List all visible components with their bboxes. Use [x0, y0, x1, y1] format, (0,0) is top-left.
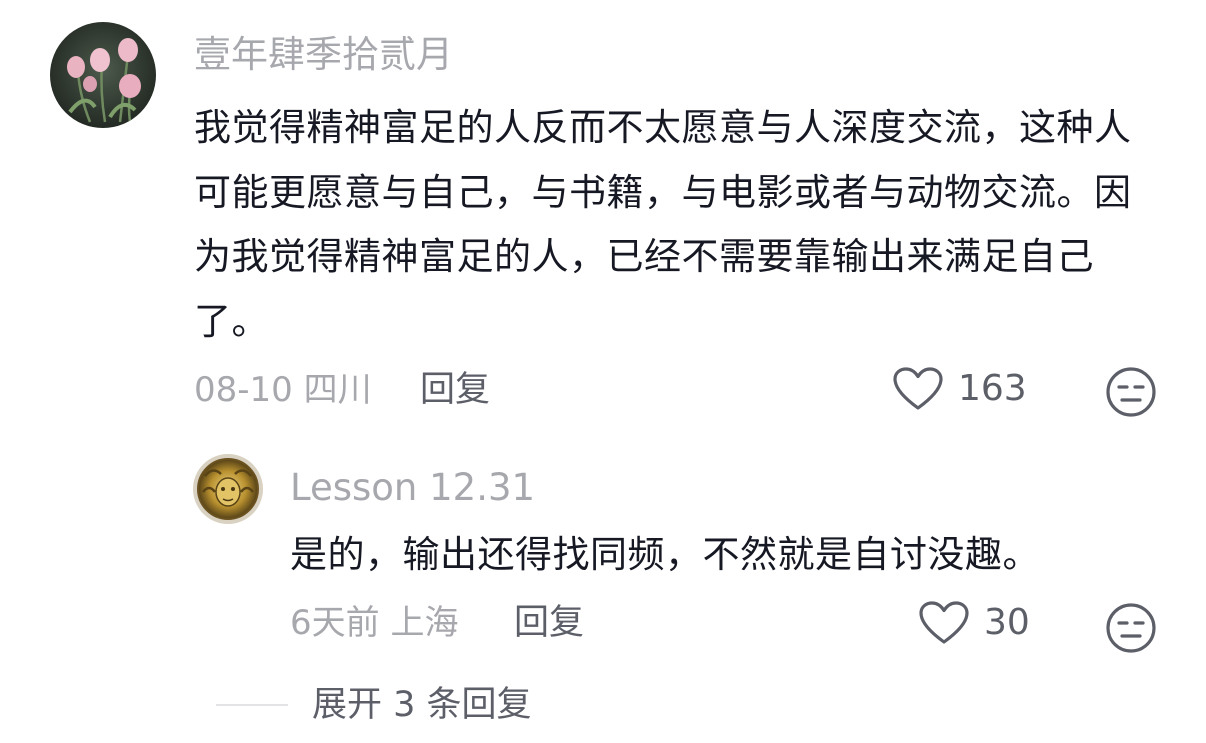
reply-avatar[interactable]	[193, 454, 263, 524]
reply-username[interactable]: Lesson 12.31	[290, 463, 535, 513]
comment-date-location: 08-10 四川	[194, 370, 372, 410]
reply-text: 是的，输出还得找同频，不然就是自讨没趣。	[290, 533, 1040, 576]
heart-outline-icon	[918, 600, 970, 646]
unamused-face-icon	[1105, 602, 1157, 654]
reply-like-count: 30	[984, 602, 1030, 643]
commenter-avatar[interactable]	[50, 22, 156, 128]
comment-reply-button[interactable]: 回复	[420, 367, 490, 413]
tulip-flowers-avatar-icon	[50, 22, 156, 128]
reply-like-button[interactable]: 30	[918, 600, 1030, 646]
expand-replies-button[interactable]: 展开 3 条回复	[312, 682, 532, 728]
reply-reply-button[interactable]: 回复	[514, 600, 584, 646]
expand-divider	[216, 704, 288, 706]
comment-like-button[interactable]: 163	[892, 366, 1027, 412]
comment-dislike-button[interactable]	[1105, 366, 1157, 418]
heart-outline-icon	[892, 366, 944, 412]
comment-like-count: 163	[958, 368, 1027, 409]
comment-text: 我觉得精神富足的人反而不太愿意与人深度交流，这种人可能更愿意与自己，与书籍，与电…	[194, 106, 1132, 343]
gold-medusa-avatar-icon	[193, 454, 263, 524]
unamused-face-icon	[1105, 366, 1157, 418]
reply-dislike-button[interactable]	[1105, 602, 1157, 654]
reply-date-location: 6天前 上海	[290, 603, 459, 643]
commenter-username[interactable]: 壹年肆季拾贰月	[194, 30, 453, 80]
